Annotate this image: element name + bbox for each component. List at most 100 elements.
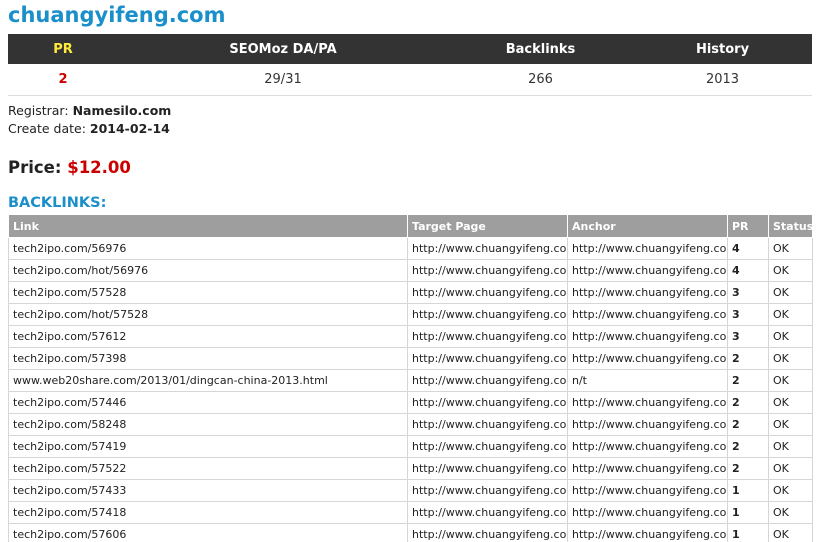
pr-cell: 1 xyxy=(727,523,769,542)
summary-value-seomoz: 29/31 xyxy=(118,64,448,96)
anchor-cell[interactable]: http://www.chuangyifeng.com xyxy=(567,413,728,436)
anchor-cell[interactable]: http://www.chuangyifeng.com xyxy=(567,501,728,524)
link-cell[interactable]: tech2ipo.com/57418 xyxy=(8,501,408,524)
pr-cell: 2 xyxy=(727,347,769,370)
registrar-label: Registrar: xyxy=(8,103,69,118)
create-date-line: Create date: 2014-02-14 xyxy=(8,120,171,138)
target-page-cell[interactable]: http://www.chuangyifeng.com xyxy=(407,501,568,524)
summary-header-pr: PR xyxy=(8,34,118,64)
table-row: tech2ipo.com/56976 http://www.chuangyife… xyxy=(8,237,813,260)
table-row: tech2ipo.com/57419 http://www.chuangyife… xyxy=(8,435,813,458)
pr-cell: 2 xyxy=(727,435,769,458)
link-cell[interactable]: tech2ipo.com/hot/56976 xyxy=(8,259,408,282)
anchor-cell[interactable]: http://www.chuangyifeng.com xyxy=(567,435,728,458)
anchor-cell[interactable]: n/t xyxy=(567,369,728,392)
summary-table: PR SEOMoz DA/PA Backlinks History 2 29/3… xyxy=(8,34,812,96)
anchor-cell[interactable]: http://www.chuangyifeng.com xyxy=(567,259,728,282)
link-cell[interactable]: www.web20share.com/2013/01/dingcan-china… xyxy=(8,369,408,392)
table-row: www.web20share.com/2013/01/dingcan-china… xyxy=(8,369,813,392)
anchor-cell[interactable]: http://www.chuangyifeng.com xyxy=(567,347,728,370)
status-cell: OK xyxy=(768,413,813,436)
summary-value-row: 2 29/31 266 2013 xyxy=(8,64,812,96)
status-cell: OK xyxy=(768,435,813,458)
site-title[interactable]: chuangyifeng.com xyxy=(8,3,226,27)
table-row: tech2ipo.com/57418 http://www.chuangyife… xyxy=(8,501,813,524)
target-page-cell[interactable]: http://www.chuangyifeng.com/ xyxy=(407,369,568,392)
anchor-cell[interactable]: http://www.chuangyifeng.com xyxy=(567,479,728,502)
pr-cell: 3 xyxy=(727,303,769,326)
status-cell: OK xyxy=(768,281,813,304)
link-cell[interactable]: tech2ipo.com/57446 xyxy=(8,391,408,414)
price: Price: $12.00 xyxy=(8,158,131,177)
link-cell[interactable]: tech2ipo.com/57419 xyxy=(8,435,408,458)
summary-header-history: History xyxy=(633,34,812,64)
target-page-cell[interactable]: http://www.chuangyifeng.com xyxy=(407,523,568,542)
status-cell: OK xyxy=(768,479,813,502)
link-cell[interactable]: tech2ipo.com/57522 xyxy=(8,457,408,480)
table-row: tech2ipo.com/hot/57528 http://www.chuang… xyxy=(8,303,813,326)
link-cell[interactable]: tech2ipo.com/57606 xyxy=(8,523,408,542)
column-header-anchor: Anchor xyxy=(567,214,728,238)
column-header-status: Status xyxy=(768,214,813,238)
pr-cell: 3 xyxy=(727,325,769,348)
status-cell: OK xyxy=(768,523,813,542)
table-row: tech2ipo.com/57398 http://www.chuangyife… xyxy=(8,347,813,370)
table-row: tech2ipo.com/57612 http://www.chuangyife… xyxy=(8,325,813,348)
target-page-cell[interactable]: http://www.chuangyifeng.com xyxy=(407,457,568,480)
backlinks-heading: BACKLINKS: xyxy=(8,195,107,211)
backlinks-header-row: Link Target Page Anchor PR Status xyxy=(8,214,813,238)
anchor-cell[interactable]: http://www.chuangyifeng.com xyxy=(567,303,728,326)
column-header-pr: PR xyxy=(727,214,769,238)
link-cell[interactable]: tech2ipo.com/58248 xyxy=(8,413,408,436)
anchor-cell[interactable]: http://www.chuangyifeng.com xyxy=(567,325,728,348)
anchor-cell[interactable]: http://www.chuangyifeng.com xyxy=(567,281,728,304)
target-page-cell[interactable]: http://www.chuangyifeng.com xyxy=(407,391,568,414)
pr-cell: 4 xyxy=(727,259,769,282)
table-row: tech2ipo.com/57606 http://www.chuangyife… xyxy=(8,523,813,542)
target-page-cell[interactable]: http://www.chuangyifeng.com xyxy=(407,303,568,326)
pr-cell: 2 xyxy=(727,413,769,436)
backlinks-table: Link Target Page Anchor PR Status tech2i… xyxy=(8,214,813,542)
column-header-target-page: Target Page xyxy=(407,214,568,238)
table-row: tech2ipo.com/57522 http://www.chuangyife… xyxy=(8,457,813,480)
link-cell[interactable]: tech2ipo.com/57433 xyxy=(8,479,408,502)
target-page-cell[interactable]: http://www.chuangyifeng.com xyxy=(407,413,568,436)
table-row: tech2ipo.com/hot/56976 http://www.chuang… xyxy=(8,259,813,282)
anchor-cell[interactable]: http://www.chuangyifeng.com xyxy=(567,457,728,480)
pr-cell: 2 xyxy=(727,391,769,414)
summary-header-row: PR SEOMoz DA/PA Backlinks History xyxy=(8,34,812,64)
status-cell: OK xyxy=(768,369,813,392)
target-page-cell[interactable]: http://www.chuangyifeng.com xyxy=(407,479,568,502)
target-page-cell[interactable]: http://www.chuangyifeng.com xyxy=(407,237,568,260)
anchor-cell[interactable]: http://www.chuangyifeng.com xyxy=(567,523,728,542)
price-label: Price: xyxy=(8,158,62,177)
summary-header-backlinks: Backlinks xyxy=(448,34,633,64)
registrar-line: Registrar: Namesilo.com xyxy=(8,102,171,120)
link-cell[interactable]: tech2ipo.com/57528 xyxy=(8,281,408,304)
anchor-cell[interactable]: http://www.chuangyifeng.com xyxy=(567,237,728,260)
table-row: tech2ipo.com/57446 http://www.chuangyife… xyxy=(8,391,813,414)
link-cell[interactable]: tech2ipo.com/hot/57528 xyxy=(8,303,408,326)
target-page-cell[interactable]: http://www.chuangyifeng.com xyxy=(407,435,568,458)
status-cell: OK xyxy=(768,259,813,282)
create-date-value: 2014-02-14 xyxy=(89,121,170,136)
summary-header-seomoz: SEOMoz DA/PA xyxy=(118,34,448,64)
status-cell: OK xyxy=(768,391,813,414)
link-cell[interactable]: tech2ipo.com/57398 xyxy=(8,347,408,370)
status-cell: OK xyxy=(768,325,813,348)
target-page-cell[interactable]: http://www.chuangyifeng.com xyxy=(407,347,568,370)
target-page-cell[interactable]: http://www.chuangyifeng.com xyxy=(407,325,568,348)
link-cell[interactable]: tech2ipo.com/57612 xyxy=(8,325,408,348)
summary-value-history: 2013 xyxy=(633,64,812,96)
target-page-cell[interactable]: http://www.chuangyifeng.com xyxy=(407,259,568,282)
status-cell: OK xyxy=(768,501,813,524)
target-page-cell[interactable]: http://www.chuangyifeng.com xyxy=(407,281,568,304)
status-cell: OK xyxy=(768,347,813,370)
anchor-cell[interactable]: http://www.chuangyifeng.com xyxy=(567,391,728,414)
domain-info: Registrar: Namesilo.com Create date: 201… xyxy=(8,102,171,138)
pr-cell: 1 xyxy=(727,501,769,524)
link-cell[interactable]: tech2ipo.com/56976 xyxy=(8,237,408,260)
table-row: tech2ipo.com/57528 http://www.chuangyife… xyxy=(8,281,813,304)
pr-cell: 2 xyxy=(727,369,769,392)
summary-value-pr: 2 xyxy=(8,64,118,96)
